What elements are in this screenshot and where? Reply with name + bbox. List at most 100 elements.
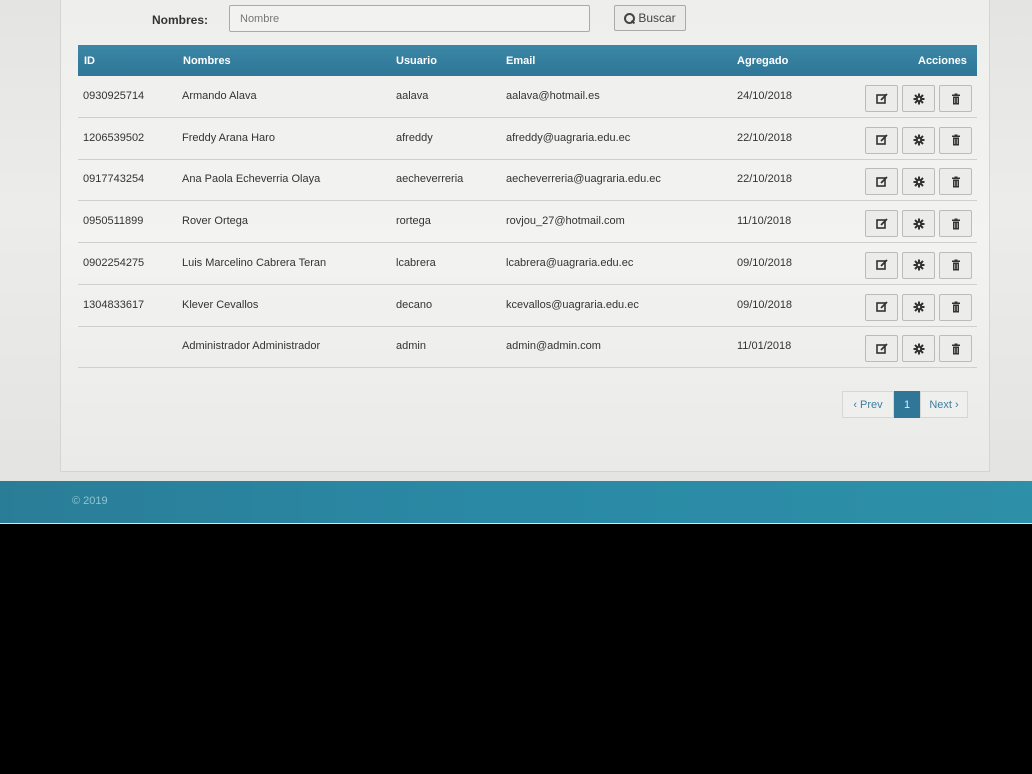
table-row: Administrador Administrador admin admin@ad… <box>78 326 977 369</box>
row-actions <box>865 293 972 321</box>
cell-nombres: Klever Cevallos <box>182 298 259 311</box>
gear-icon <box>913 301 925 313</box>
search-icon <box>624 12 636 24</box>
gear-icon <box>913 134 925 146</box>
row-actions <box>865 251 972 279</box>
settings-button[interactable] <box>902 335 935 363</box>
cell-email: admin@admin.com <box>506 340 601 353</box>
trash-icon <box>950 176 962 188</box>
search-button[interactable]: Buscar <box>614 5 686 31</box>
cell-agregado: 11/01/2018 <box>737 340 792 353</box>
edit-button[interactable] <box>865 293 898 321</box>
delete-button[interactable] <box>939 210 972 238</box>
row-actions <box>865 126 972 154</box>
cell-email: rovjou_27@hotmail.com <box>506 215 625 228</box>
page-1-link[interactable]: 1 <box>894 391 920 418</box>
settings-button[interactable] <box>902 85 935 112</box>
header-usuario: Usuario <box>396 55 437 67</box>
edit-button[interactable] <box>865 335 898 363</box>
screen: Nombres: Buscar ID Nombres Usuario Email… <box>0 0 1032 524</box>
row-actions <box>865 335 972 363</box>
edit-icon <box>875 301 888 313</box>
cell-id: 0930925714 <box>83 90 145 102</box>
cell-nombres: Ana Paola Echeverria Olaya <box>182 173 321 186</box>
cell-usuario: afreddy <box>396 131 433 144</box>
trash-icon <box>950 134 962 146</box>
settings-button[interactable] <box>902 126 935 154</box>
delete-button[interactable] <box>939 168 972 196</box>
cell-agregado: 09/10/2018 <box>737 298 793 311</box>
table-row: 1206539502 Freddy Arana Haro afreddy afredd… <box>78 118 977 160</box>
cell-id: 1206539502 <box>83 131 145 144</box>
edit-icon <box>875 259 888 271</box>
edit-icon <box>875 92 888 105</box>
cell-usuario: lcabrera <box>396 256 436 269</box>
search-label: Nombres: <box>152 13 209 27</box>
delete-button[interactable] <box>939 335 972 363</box>
delete-button[interactable] <box>939 293 972 321</box>
delete-button[interactable] <box>939 85 972 112</box>
row-actions <box>865 168 972 196</box>
trash-icon <box>950 343 962 355</box>
cell-email: lcabrera@uagraria.edu.ec <box>506 256 634 269</box>
cell-usuario: aalava <box>396 90 429 102</box>
delete-button[interactable] <box>939 251 972 279</box>
row-actions <box>865 85 972 112</box>
header-email: Email <box>506 55 536 67</box>
cell-id: 1304833617 <box>83 298 145 311</box>
gear-icon <box>913 93 925 105</box>
search-input[interactable] <box>229 5 590 32</box>
edit-button[interactable] <box>865 251 898 279</box>
table-row: 0902254275 Luis Marcelino Cabrera Teran lc… <box>78 243 977 285</box>
table-row: 0917743254 Ana Paola Echeverria Olaya aech… <box>78 159 977 202</box>
gear-icon <box>913 218 925 230</box>
next-page-link[interactable]: Next › <box>920 391 968 418</box>
delete-button[interactable] <box>939 126 972 154</box>
edit-button[interactable] <box>865 126 898 154</box>
edit-icon <box>875 217 888 230</box>
gear-icon <box>913 259 925 271</box>
cell-nombres: Freddy Arana Haro <box>182 131 275 144</box>
cell-usuario: admin <box>396 340 426 353</box>
header-acciones: Acciones <box>918 55 967 67</box>
table-row: 0950511899 Rover Ortega rortega rovjou_27@h… <box>78 201 977 244</box>
cell-nombres: Administrador Administrador <box>182 340 321 353</box>
cell-usuario: rortega <box>396 215 431 228</box>
settings-button[interactable] <box>902 251 935 279</box>
cell-agregado: 09/10/2018 <box>737 256 793 269</box>
edit-button[interactable] <box>865 168 898 196</box>
edit-icon <box>875 176 888 188</box>
cell-nombres: Rover Ortega <box>182 215 249 228</box>
edit-icon <box>875 343 888 355</box>
cell-id: 0902254275 <box>83 256 145 269</box>
cell-email: aalava@hotmail.es <box>506 90 600 102</box>
table-row: 1304833617 Klever Cevallos decano kcevallos… <box>78 285 977 327</box>
cell-nombres: Armando Alava <box>182 90 257 102</box>
table-row: 0930925714 Armando Alava aalava aalava@hotm… <box>78 76 977 118</box>
settings-button[interactable] <box>902 210 935 238</box>
cell-agregado: 11/10/2018 <box>737 215 792 228</box>
search-button-label: Buscar <box>638 11 676 25</box>
cell-agregado: 24/10/2018 <box>737 90 793 102</box>
table-header: ID Nombres Usuario Email Agregado Accion… <box>78 45 977 76</box>
cell-usuario: decano <box>396 298 433 311</box>
settings-button[interactable] <box>902 293 935 321</box>
cell-agregado: 22/10/2018 <box>737 131 793 144</box>
cell-email: afreddy@uagraria.edu.ec <box>506 131 631 144</box>
header-id: ID <box>84 55 95 67</box>
cell-id: 0950511899 <box>83 215 144 228</box>
row-actions <box>865 210 972 238</box>
header-nombres: Nombres <box>183 55 231 67</box>
edit-button[interactable] <box>865 210 898 238</box>
cell-email: aecheverreria@uagraria.edu.ec <box>506 173 661 186</box>
trash-icon <box>950 259 962 271</box>
edit-button[interactable] <box>865 85 898 112</box>
settings-button[interactable] <box>902 168 935 196</box>
gear-icon <box>913 176 925 188</box>
gear-icon <box>913 343 925 355</box>
cell-id: 0917743254 <box>83 173 145 186</box>
pagination: ‹ Prev 1 Next › <box>842 391 968 418</box>
trash-icon <box>950 301 962 313</box>
prev-page-link[interactable]: ‹ Prev <box>842 391 894 418</box>
trash-icon <box>950 218 962 230</box>
